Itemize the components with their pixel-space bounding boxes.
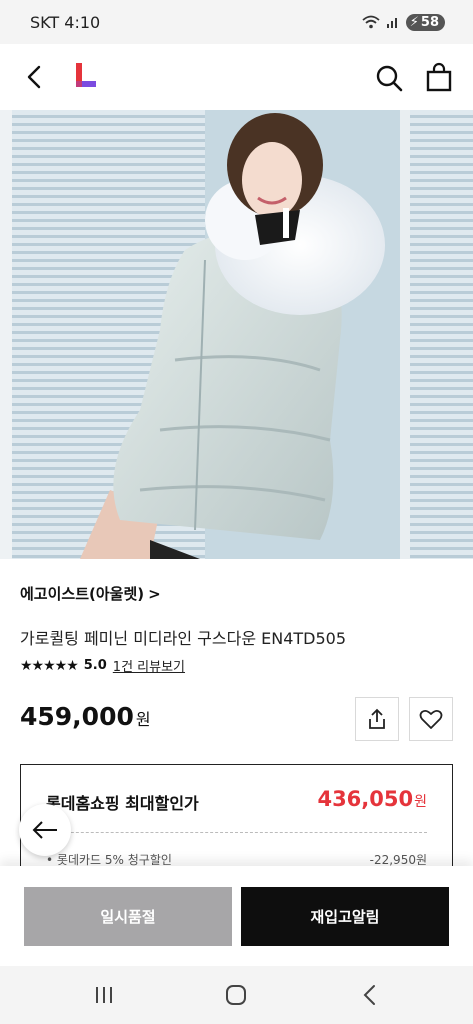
- max-discount-value: 436,050: [317, 787, 414, 811]
- lotte-logo[interactable]: [74, 61, 98, 91]
- home-icon[interactable]: [224, 983, 248, 1007]
- price-value: 459,000: [20, 702, 134, 731]
- nav-back-icon[interactable]: [358, 983, 382, 1007]
- divider: [46, 832, 427, 833]
- system-nav-bar: [0, 966, 473, 1024]
- back-arrow-icon[interactable]: [22, 64, 48, 90]
- status-bar: SKT 4:10 ⚡ 58: [0, 0, 473, 44]
- brand-name: 에고이스트(아울렛): [20, 585, 145, 603]
- product-image-gallery[interactable]: 2 / 10: [0, 110, 473, 559]
- carrier-time: SKT 4:10: [30, 12, 101, 32]
- brand-link[interactable]: 에고이스트(아울렛) >: [20, 583, 161, 604]
- battery-indicator: ⚡ 58: [405, 13, 445, 31]
- status-icons: ⚡ 58: [362, 13, 445, 31]
- search-icon[interactable]: [375, 64, 403, 92]
- wishlist-button[interactable]: [409, 697, 453, 741]
- shopping-bag-icon[interactable]: [425, 62, 453, 92]
- share-button[interactable]: [355, 697, 399, 741]
- product-price: 459,000 원: [20, 702, 151, 731]
- max-discount-price: 436,050 원: [317, 787, 427, 811]
- chevron-right-icon: >: [148, 584, 161, 603]
- rating-score: 5.0: [83, 658, 107, 673]
- rating-row: ★★★★★ 5.0 1건 리뷰보기: [20, 656, 185, 676]
- floating-back-button[interactable]: [19, 804, 71, 856]
- signal-icon: [386, 18, 397, 28]
- charging-icon: ⚡: [409, 14, 419, 30]
- max-discount-label: 롯데홈쇼핑 최대할인가: [46, 794, 199, 813]
- soldout-button[interactable]: 일시품절: [24, 887, 232, 946]
- battery-level: 58: [420, 14, 439, 30]
- left-arrow-icon: [32, 821, 57, 839]
- share-icon: [369, 708, 385, 729]
- heart-icon: [419, 709, 443, 729]
- app-header: [0, 44, 473, 110]
- product-photo: [0, 110, 473, 559]
- bottom-action-bar: 일시품절 재입고알림: [0, 866, 473, 966]
- restock-alert-button[interactable]: 재입고알림: [241, 887, 449, 946]
- card-discount-text: 롯데카드 5% 청구할인: [56, 853, 172, 867]
- star-rating-icon: ★★★★★: [20, 657, 79, 674]
- max-discount-unit: 원: [414, 794, 427, 810]
- recents-icon[interactable]: [92, 983, 116, 1007]
- price-unit: 원: [135, 710, 151, 729]
- product-name: 가로퀼팅 페미닌 미디라인 구스다운 EN4TD505: [20, 629, 347, 648]
- review-link[interactable]: 1건 리뷰보기: [113, 656, 185, 675]
- wifi-icon: [362, 15, 380, 29]
